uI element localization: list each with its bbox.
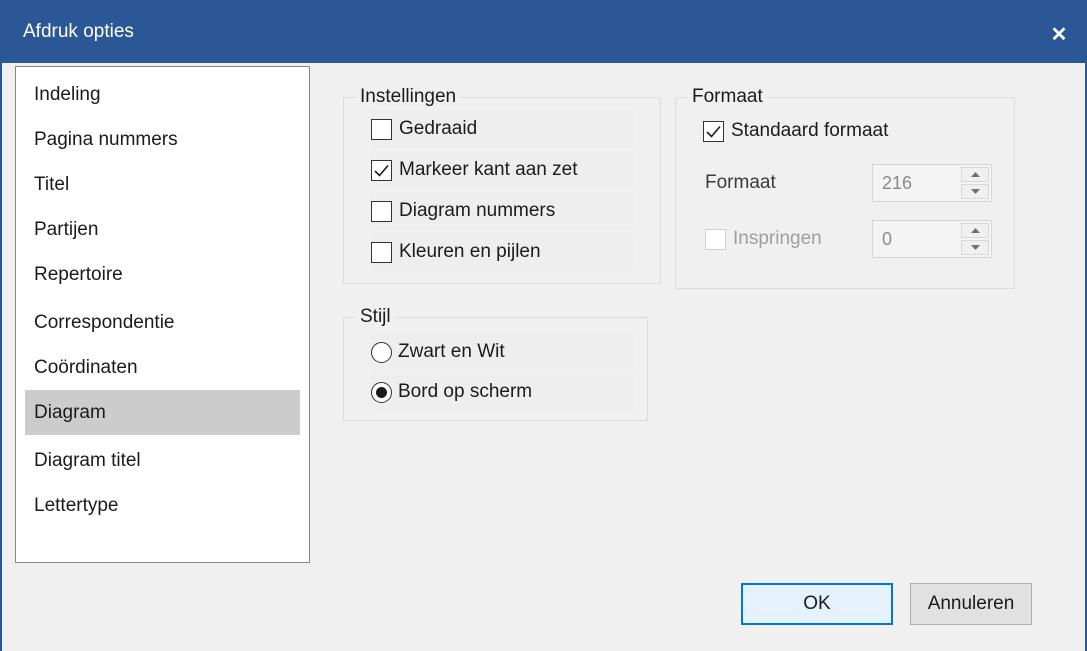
formaat-size-label: Formaat	[705, 172, 776, 193]
checkmark-icon	[374, 164, 389, 177]
sidebar-item-coordinaten[interactable]: Coördinaten	[25, 345, 300, 390]
bord-op-scherm-label: Bord op scherm	[398, 381, 533, 402]
inspringen-checkbox-box[interactable]	[705, 228, 726, 250]
standaard-formaat-label: Standaard formaat	[731, 120, 889, 141]
bord-op-scherm-radio-circle[interactable]	[371, 381, 392, 403]
formaat-group-label: Formaat	[688, 85, 767, 109]
category-list: Indeling Pagina nummers Titel Partijen R…	[15, 66, 310, 563]
radio-bord-op-scherm[interactable]: Bord op scherm	[371, 373, 633, 411]
kleuren-pijlen-label: Kleuren en pijlen	[399, 241, 541, 262]
instellingen-group-label: Instellingen	[356, 85, 461, 109]
checkbox-standaard-formaat[interactable]: Standaard formaat	[703, 112, 963, 150]
zwart-wit-radio-circle[interactable]	[371, 341, 392, 363]
radio-zwart-wit[interactable]: Zwart en Wit	[371, 333, 633, 371]
gedraaid-checkbox-box[interactable]	[371, 118, 392, 140]
formaat-size-spinner[interactable]: 216	[872, 164, 992, 202]
sidebar-item-indeling[interactable]: Indeling	[25, 72, 300, 117]
markeer-kant-label: Markeer kant aan zet	[399, 159, 578, 180]
formaat-group: Formaat Standaard formaat Formaat 216 In…	[675, 85, 1015, 289]
checkbox-gedraaid[interactable]: Gedraaid	[371, 110, 633, 148]
inspringen-decrement[interactable]	[961, 240, 989, 255]
gedraaid-label: Gedraaid	[399, 118, 478, 139]
standaard-formaat-checkbox-box[interactable]	[703, 120, 724, 142]
sidebar-item-repertoire[interactable]: Repertoire	[25, 252, 300, 297]
window-title: Afdruk opties	[23, 21, 134, 42]
diagram-nummers-label: Diagram nummers	[399, 200, 556, 221]
checkmark-icon	[706, 125, 721, 138]
ok-button[interactable]: OK	[741, 583, 893, 625]
close-icon: ✕	[1050, 24, 1068, 46]
stijl-group: Stijl Zwart en Wit Bord op scherm	[343, 305, 648, 421]
inspringen-value: 0	[882, 229, 893, 249]
sidebar-item-partijen[interactable]: Partijen	[25, 207, 300, 252]
formaat-size-label-row: Formaat	[705, 164, 776, 202]
window-frame-left	[0, 63, 2, 651]
formaat-size-spin-buttons	[961, 167, 989, 199]
title-bar: Afdruk opties ✕	[0, 0, 1087, 63]
caret-down-icon	[970, 245, 980, 250]
checkbox-inspringen[interactable]: Inspringen	[705, 220, 822, 258]
sidebar-item-lettertype[interactable]: Lettertype	[25, 483, 300, 528]
diagram-nummers-checkbox-box[interactable]	[371, 200, 392, 222]
caret-up-icon	[970, 172, 980, 177]
inspringen-spin-buttons	[961, 223, 989, 255]
inspringen-label: Inspringen	[733, 228, 822, 249]
stijl-group-label: Stijl	[356, 305, 395, 329]
formaat-size-increment[interactable]	[961, 167, 989, 182]
formaat-size-decrement[interactable]	[961, 184, 989, 199]
formaat-size-value: 216	[882, 173, 913, 193]
kleuren-pijlen-checkbox-box[interactable]	[371, 241, 392, 263]
caret-up-icon	[970, 228, 980, 233]
cancel-button[interactable]: Annuleren	[910, 583, 1032, 625]
inspringen-increment[interactable]	[961, 223, 989, 238]
inspringen-spinner[interactable]: 0	[872, 220, 992, 258]
checkbox-diagram-nummers[interactable]: Diagram nummers	[371, 192, 633, 230]
markeer-kant-checkbox-box[interactable]	[371, 159, 392, 181]
radio-selected-dot	[376, 386, 387, 398]
instellingen-group: Instellingen Gedraaid Markeer kant aan z…	[343, 85, 661, 284]
sidebar-item-correspondentie[interactable]: Correspondentie	[25, 300, 300, 345]
checkbox-markeer-kant[interactable]: Markeer kant aan zet	[371, 151, 633, 189]
caret-down-icon	[970, 189, 980, 194]
checkbox-kleuren-pijlen[interactable]: Kleuren en pijlen	[371, 233, 633, 271]
sidebar-item-diagram[interactable]: Diagram	[25, 390, 300, 435]
sidebar-item-diagram-titel[interactable]: Diagram titel	[25, 438, 300, 483]
sidebar-item-titel[interactable]: Titel	[25, 162, 300, 207]
close-button[interactable]: ✕	[1031, 0, 1087, 63]
zwart-wit-label: Zwart en Wit	[398, 341, 505, 362]
settings-panel: Instellingen Gedraaid Markeer kant aan z…	[316, 66, 1069, 563]
sidebar-item-pagina-nummers[interactable]: Pagina nummers	[25, 117, 300, 162]
